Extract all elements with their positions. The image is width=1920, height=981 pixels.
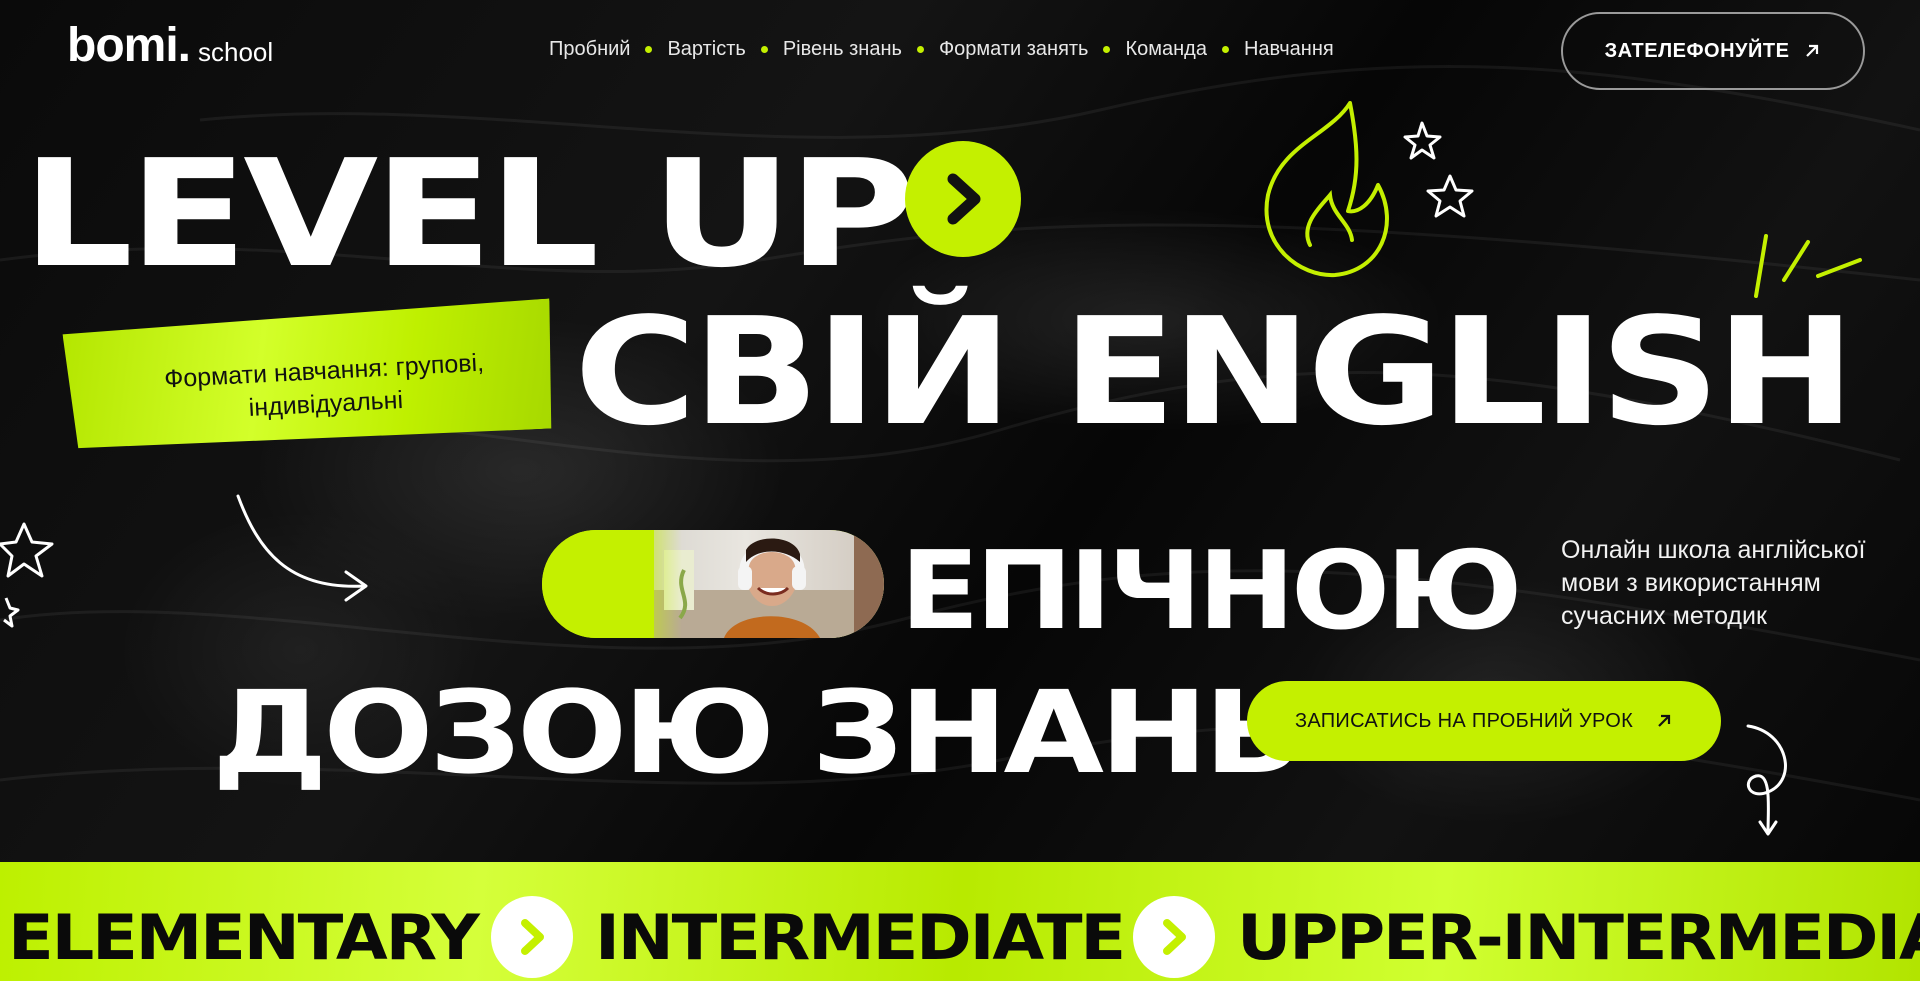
chevron-right-icon bbox=[490, 896, 573, 978]
photo-scene bbox=[654, 530, 884, 638]
nav-separator bbox=[916, 46, 924, 53]
call-button-label: ЗАТЕЛЕФОНУЙТЕ bbox=[1604, 39, 1790, 62]
nav-separator bbox=[1103, 46, 1111, 53]
nav-separator bbox=[760, 46, 768, 53]
arrow-up-right-icon bbox=[1658, 714, 1671, 727]
hero-title-line4: ДОЗОЮ ЗНАНЬ bbox=[212, 666, 1303, 799]
logo-subtitle: school bbox=[198, 37, 274, 67]
chevron-right-icon bbox=[1132, 896, 1215, 978]
nav-separator bbox=[1221, 46, 1229, 53]
hero-description: Онлайн школа англійської мови з використ… bbox=[1561, 536, 1866, 630]
nav-item-learning[interactable]: Навчання bbox=[1244, 38, 1334, 61]
loop-arrow-doodle-icon bbox=[1746, 724, 1787, 836]
arrow-up-right-icon bbox=[1806, 44, 1819, 57]
level-label: ELEMENTARY bbox=[8, 900, 480, 974]
site-header: bomi. school Пробний Вартість Рівень зна… bbox=[0, 0, 1920, 105]
star-doodle-icon bbox=[1403, 121, 1474, 218]
hero-title-line2: СВІЙ ENGLISH bbox=[574, 286, 1856, 458]
levels-ticker: ELEMENTARY INTERMEDIATE UPPER-INTERMEDIA… bbox=[0, 862, 1920, 981]
photo-accent-overlay bbox=[542, 530, 682, 638]
trial-lesson-button-label: ЗАПИСАТИСЬ НА ПРОБНИЙ УРОК bbox=[1294, 709, 1634, 732]
nav-item-team[interactable]: Команда bbox=[1125, 38, 1206, 61]
student-photo bbox=[542, 530, 884, 638]
hero-chevron-badge bbox=[905, 141, 1021, 257]
main-nav: Пробний Вартість Рівень знань Формати за… bbox=[549, 38, 1334, 61]
logo-wordmark: bomi. bbox=[67, 19, 191, 72]
levels-row: ELEMENTARY INTERMEDIATE UPPER-INTERMEDIA… bbox=[8, 896, 1920, 978]
star-doodle-icon bbox=[0, 522, 54, 628]
hero-title-line1: LEVEL UP bbox=[22, 128, 916, 300]
logo[interactable]: bomi. school bbox=[67, 22, 273, 70]
chevron-right-icon bbox=[947, 173, 981, 225]
nav-separator bbox=[645, 46, 653, 53]
nav-item-trial[interactable]: Пробний bbox=[549, 38, 630, 61]
call-button[interactable]: ЗАТЕЛЕФОНУЙТЕ bbox=[1561, 12, 1865, 90]
curved-arrow-doodle-icon bbox=[236, 494, 368, 602]
nav-item-level[interactable]: Рівень знань bbox=[783, 38, 902, 61]
fire-doodle-icon bbox=[1264, 101, 1389, 278]
nav-item-formats[interactable]: Формати занять bbox=[939, 38, 1089, 61]
level-label: UPPER-INTERMEDIATE bbox=[1236, 900, 1920, 974]
student-with-headphones-image bbox=[654, 530, 884, 638]
level-label: INTERMEDIATE bbox=[594, 900, 1126, 974]
trial-lesson-button[interactable]: ЗАПИСАТИСЬ НА ПРОБНИЙ УРОК bbox=[1247, 681, 1721, 761]
nav-item-price[interactable]: Вартість bbox=[667, 38, 745, 61]
hero-title-line3: ЕПІЧНОЮ bbox=[900, 529, 1523, 654]
